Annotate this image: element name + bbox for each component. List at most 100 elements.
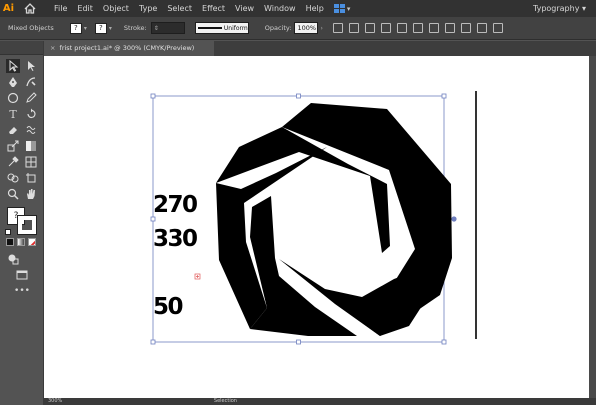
- number-label-50[interactable]: 50: [153, 296, 184, 319]
- variable-width-profile[interactable]: Uniform: [194, 22, 249, 34]
- align-top-icon[interactable]: [396, 23, 407, 33]
- current-tool: Selection: [213, 398, 237, 404]
- screen-mode-icon[interactable]: [15, 268, 29, 282]
- opacity-field[interactable]: 100%: [294, 22, 319, 34]
- document-tab-title: frist project1.ai* @ 300% (CMYK/Preview): [59, 44, 195, 52]
- menu-list: File Edit Object Type Select Effect View…: [49, 0, 329, 17]
- arrange-icon[interactable]: [476, 23, 487, 33]
- direct-selection-tool-icon[interactable]: [24, 59, 38, 73]
- tools-panel-header[interactable]: [0, 41, 43, 55]
- menu-view[interactable]: View: [230, 0, 259, 17]
- control-bar-icons: [332, 23, 503, 33]
- document-tab-bar: × frist project1.ai* @ 300% (CMYK/Previe…: [44, 41, 596, 56]
- warp-tool-icon[interactable]: [24, 123, 38, 137]
- scale-tool-icon[interactable]: [6, 139, 20, 153]
- none-icon[interactable]: [28, 238, 36, 246]
- profile-label: Uniform: [223, 24, 248, 32]
- selection-type-label: Mixed Objects: [8, 24, 54, 32]
- grid-icon: [333, 4, 345, 13]
- number-label-330[interactable]: 330: [153, 228, 198, 251]
- color-mode-buttons: [6, 238, 36, 246]
- number-label-270[interactable]: 270: [153, 194, 198, 217]
- mesh-tool-icon[interactable]: [24, 155, 38, 169]
- workspace-label: Typography: [532, 4, 580, 13]
- menu-object[interactable]: Object: [98, 0, 134, 17]
- stroke-swatch[interactable]: ?: [94, 22, 107, 34]
- chevron-right-icon[interactable]: ›: [320, 25, 322, 32]
- artwork[interactable]: [44, 56, 589, 398]
- stroke-label: Stroke:: [123, 24, 147, 32]
- default-colors-icon[interactable]: [5, 229, 11, 235]
- status-bar: 300% Selection: [44, 398, 596, 405]
- home-icon[interactable]: [22, 0, 38, 17]
- menu-edit[interactable]: Edit: [72, 0, 98, 17]
- zoom-level[interactable]: 300%: [48, 398, 62, 404]
- hexagon-logo[interactable]: [216, 103, 452, 336]
- handle-bottom-left[interactable]: [150, 339, 156, 345]
- gradient-tool-icon[interactable]: [24, 139, 38, 153]
- close-icon[interactable]: ×: [50, 44, 55, 52]
- align-middle-icon[interactable]: [412, 23, 423, 33]
- vertical-scrollbar[interactable]: [589, 56, 596, 398]
- align-center-icon[interactable]: [364, 23, 375, 33]
- profile-line-icon: [197, 27, 222, 29]
- menu-type[interactable]: Type: [134, 0, 162, 17]
- recolor-icon[interactable]: [332, 23, 343, 33]
- rotate-tool-icon[interactable]: [24, 107, 38, 121]
- selection-tool-icon[interactable]: [6, 59, 20, 73]
- menu-effect[interactable]: Effect: [197, 0, 230, 17]
- artboard-tool-icon[interactable]: [24, 171, 38, 185]
- pencil-tool-icon[interactable]: [24, 91, 38, 105]
- transform-icon[interactable]: [444, 23, 455, 33]
- rotation-handle[interactable]: [451, 216, 457, 222]
- opacity-label: Opacity:: [264, 24, 292, 32]
- menu-help[interactable]: Help: [301, 0, 329, 17]
- menu-select[interactable]: Select: [162, 0, 197, 17]
- eyedropper-tool-icon[interactable]: [6, 155, 20, 169]
- workspace-switcher[interactable]: Typography ▾: [533, 0, 586, 17]
- app-logo: Ai: [2, 3, 15, 14]
- chevron-down-icon[interactable]: ▾: [109, 25, 112, 32]
- control-bar: Mixed Objects ? ▾ ? ▾ Stroke: ⇕ Uniform …: [0, 17, 596, 40]
- chevron-down-icon: ▾: [581, 4, 586, 13]
- stroke-weight-field[interactable]: ⇕: [150, 22, 185, 34]
- document-tab[interactable]: × frist project1.ai* @ 300% (CMYK/Previe…: [44, 41, 214, 56]
- more-options-icon[interactable]: [492, 23, 503, 33]
- menu-window[interactable]: Window: [259, 0, 301, 17]
- chevron-down-icon[interactable]: ▾: [84, 25, 87, 32]
- handle-top-middle[interactable]: [296, 93, 301, 99]
- type-tool-icon[interactable]: T: [6, 107, 20, 121]
- handle-top-left[interactable]: [150, 93, 156, 99]
- zoom-tool-icon[interactable]: [6, 187, 20, 201]
- chevron-down-icon: ▾: [346, 4, 351, 13]
- gradient-icon[interactable]: [17, 238, 25, 246]
- artboard-canvas[interactable]: 270 330 50: [44, 56, 589, 398]
- pen-tool-icon[interactable]: [6, 75, 20, 89]
- eraser-tool-icon[interactable]: [6, 123, 20, 137]
- ellipse-tool-icon[interactable]: [6, 91, 20, 105]
- align-left-icon[interactable]: [348, 23, 359, 33]
- stepper-icon: ⇕: [153, 24, 159, 32]
- handle-bottom-right[interactable]: [441, 339, 447, 345]
- align-right-icon[interactable]: [380, 23, 391, 33]
- fill-stroke-widget[interactable]: ?: [5, 207, 39, 235]
- shape-builder-tool-icon[interactable]: [6, 171, 20, 185]
- center-point-marker: [194, 273, 201, 280]
- hand-tool-icon[interactable]: [24, 187, 38, 201]
- color-icon[interactable]: [6, 238, 14, 246]
- illustrator-window: Ai File Edit Object Type Select Effect V…: [0, 0, 596, 405]
- stroke-swatch-icon[interactable]: [17, 215, 37, 235]
- curvature-tool-icon[interactable]: [24, 75, 38, 89]
- more-tools-icon[interactable]: •••: [14, 284, 30, 298]
- draw-mode-icon[interactable]: [6, 252, 20, 266]
- handle-top-right[interactable]: [441, 93, 447, 99]
- menu-file[interactable]: File: [49, 0, 72, 17]
- fill-swatch[interactable]: ?: [69, 22, 82, 34]
- logo-shard-bottom-left[interactable]: [250, 196, 357, 336]
- tools-panel: T ? •••: [0, 41, 44, 405]
- isolate-icon[interactable]: [460, 23, 471, 33]
- align-bottom-icon[interactable]: [428, 23, 439, 33]
- handle-bottom-middle[interactable]: [296, 339, 301, 345]
- arrange-documents-button[interactable]: ▾: [333, 4, 351, 13]
- menu-bar: Ai File Edit Object Type Select Effect V…: [0, 0, 596, 17]
